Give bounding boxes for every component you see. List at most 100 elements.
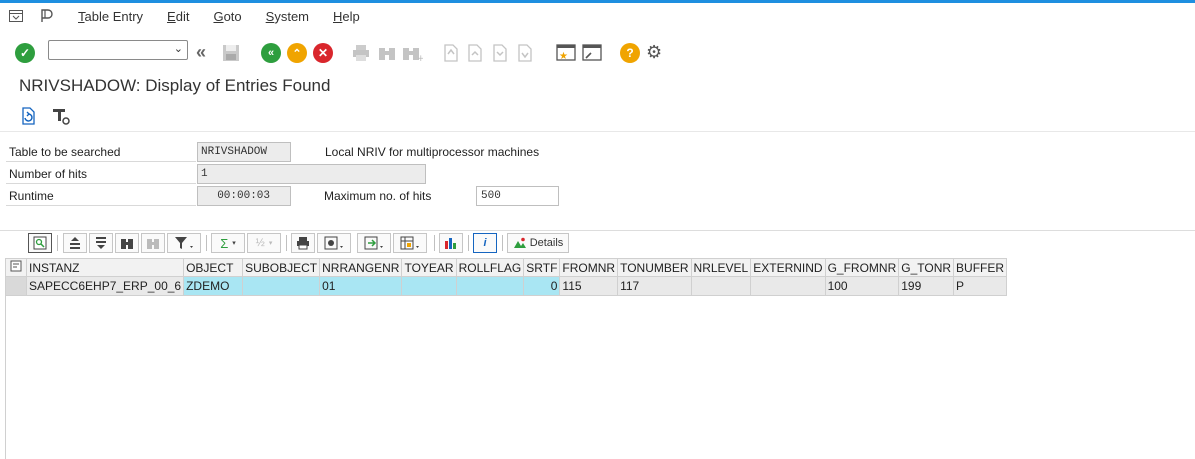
export-icon[interactable]	[357, 233, 391, 253]
svg-text:★: ★	[559, 51, 568, 62]
menu-icon[interactable]	[8, 8, 24, 24]
layout-icon[interactable]	[393, 233, 427, 253]
column-header-buffer[interactable]: BUFFER	[953, 258, 1008, 277]
filter-icon[interactable]	[167, 233, 201, 253]
hits-field: 1	[197, 164, 426, 184]
sort-descending-icon[interactable]	[89, 233, 113, 253]
double-chevron-left-icon[interactable]: «	[196, 42, 206, 63]
table-label: Table to be searched	[6, 142, 196, 162]
column-header-fromnr[interactable]: FROMNR	[559, 258, 619, 277]
runtime-field: 00:00:03	[197, 186, 291, 206]
header-divider	[0, 131, 1195, 132]
cell-tonumber[interactable]: 117	[617, 276, 692, 296]
details-button[interactable]: Details	[507, 233, 569, 253]
subtotal-icon[interactable]: ½ ▾	[247, 233, 281, 253]
alv-separator	[206, 235, 207, 251]
first-page-icon[interactable]	[441, 43, 459, 66]
last-page-icon[interactable]	[515, 43, 533, 66]
alv-separator	[468, 235, 469, 251]
settings-tools-icon[interactable]	[51, 106, 71, 129]
menu-goto[interactable]: Goto	[213, 9, 241, 24]
command-field[interactable]: ⌄	[48, 40, 188, 60]
shortcut-icon[interactable]	[582, 42, 602, 65]
row-selector[interactable]	[5, 276, 27, 296]
chevron-down-icon[interactable]: ⌄	[174, 42, 183, 55]
alv-separator	[57, 235, 58, 251]
runtime-label: Runtime	[6, 186, 196, 206]
exit-icon[interactable]: ⌃	[287, 43, 307, 63]
select-all-column-icon[interactable]	[5, 258, 27, 277]
cell-g-tonr[interactable]: 199	[898, 276, 955, 296]
cell-fromnr[interactable]: 115	[559, 276, 619, 296]
column-header-srtf[interactable]: SRTF	[523, 258, 561, 277]
graphic-icon[interactable]	[439, 233, 463, 253]
details-button-label: Details	[529, 237, 564, 249]
print-icon[interactable]	[351, 44, 371, 65]
column-header-nrlevel[interactable]: NRLEVEL	[690, 258, 752, 277]
views-icon[interactable]	[317, 233, 351, 253]
enter-check-icon[interactable]: ✓	[15, 43, 35, 63]
menu-table-entry[interactable]: Table Entry	[78, 9, 143, 24]
menu-system-label: ystem	[274, 8, 309, 24]
alv-find-icon[interactable]	[115, 233, 139, 253]
save-icon[interactable]	[222, 44, 240, 65]
cell-externind[interactable]	[750, 276, 826, 296]
column-header-externind[interactable]: EXTERNIND	[750, 258, 826, 277]
alv-find-next-icon[interactable]	[141, 233, 165, 253]
grid-top-divider	[0, 230, 1195, 231]
details-view-icon[interactable]	[28, 233, 52, 253]
gear-icon[interactable]: ⚙	[646, 42, 662, 63]
column-header-toyear[interactable]: TOYEAR	[401, 258, 457, 277]
cell-subobject[interactable]	[242, 276, 321, 296]
cell-nrlevel[interactable]	[690, 276, 752, 296]
column-header-object[interactable]: OBJECT	[183, 258, 244, 277]
menu-goto-mnemonic: G	[213, 8, 224, 24]
table-row[interactable]: SAPECC6EHP7_ERP_00_6 ZDEMO 01 0 115 117 …	[5, 276, 1008, 296]
sap-logo-icon[interactable]	[38, 8, 54, 24]
standard-toolbar: ✓ ⌄ « « ⌃ ✕ + ★ ? ⚙	[0, 38, 1195, 68]
menu-system[interactable]: System	[266, 9, 309, 24]
find-icon[interactable]	[377, 44, 397, 65]
menu-help-mnemonic: H	[333, 8, 343, 24]
column-header-nrrangenr[interactable]: NRRANGENR	[319, 258, 403, 277]
cell-buffer[interactable]: P	[953, 276, 1008, 296]
previous-page-icon[interactable]	[465, 43, 483, 66]
cancel-icon[interactable]: ✕	[313, 43, 333, 63]
sort-ascending-icon[interactable]	[63, 233, 87, 253]
back-icon[interactable]: «	[261, 43, 281, 63]
find-next-icon[interactable]: +	[401, 44, 425, 65]
column-header-rollflag[interactable]: ROLLFLAG	[455, 258, 525, 277]
cell-srtf[interactable]: 0	[523, 276, 561, 296]
column-header-subobject[interactable]: SUBOBJECT	[242, 258, 321, 277]
column-header-g-tonr[interactable]: G_TONR	[898, 258, 955, 277]
menu-edit[interactable]: Edit	[167, 9, 189, 24]
max-hits-input[interactable]: 500	[476, 186, 559, 206]
cell-object[interactable]: ZDEMO	[183, 276, 244, 296]
create-session-icon[interactable]: ★	[556, 42, 576, 65]
menu-edit-mnemonic: E	[167, 8, 176, 24]
menu-help[interactable]: Help	[333, 9, 360, 24]
sum-icon[interactable]: Σ ▾	[211, 233, 245, 253]
help-icon[interactable]: ?	[620, 43, 640, 63]
grid-header-row: INSTANZ OBJECT SUBOBJECT NRRANGENR TOYEA…	[5, 258, 1008, 277]
next-page-icon[interactable]	[490, 43, 508, 66]
cell-nrrangenr[interactable]: 01	[319, 276, 403, 296]
menu-table-entry-label: able Entry	[84, 8, 144, 24]
cell-g-fromnr[interactable]: 100	[824, 276, 900, 296]
hits-label: Number of hits	[6, 164, 196, 184]
cell-rollflag[interactable]	[455, 276, 525, 296]
menu-help-label: elp	[342, 8, 360, 24]
data-grid: INSTANZ OBJECT SUBOBJECT NRRANGENR TOYEA…	[5, 258, 1008, 296]
cell-toyear[interactable]	[401, 276, 457, 296]
cell-instanz[interactable]: SAPECC6EHP7_ERP_00_6	[25, 276, 185, 296]
max-hits-label: Maximum no. of hits	[324, 189, 432, 203]
alv-print-icon[interactable]	[291, 233, 315, 253]
column-header-g-fromnr[interactable]: G_FROMNR	[824, 258, 900, 277]
column-header-instanz[interactable]: INSTANZ	[25, 258, 185, 277]
alv-separator	[502, 235, 503, 251]
column-header-tonumber[interactable]: TONUMBER	[617, 258, 692, 277]
info-icon[interactable]: i	[473, 233, 497, 253]
table-description: Local NRIV for multiprocessor machines	[325, 145, 540, 159]
details-icon	[513, 237, 526, 248]
refresh-icon[interactable]	[18, 106, 38, 129]
